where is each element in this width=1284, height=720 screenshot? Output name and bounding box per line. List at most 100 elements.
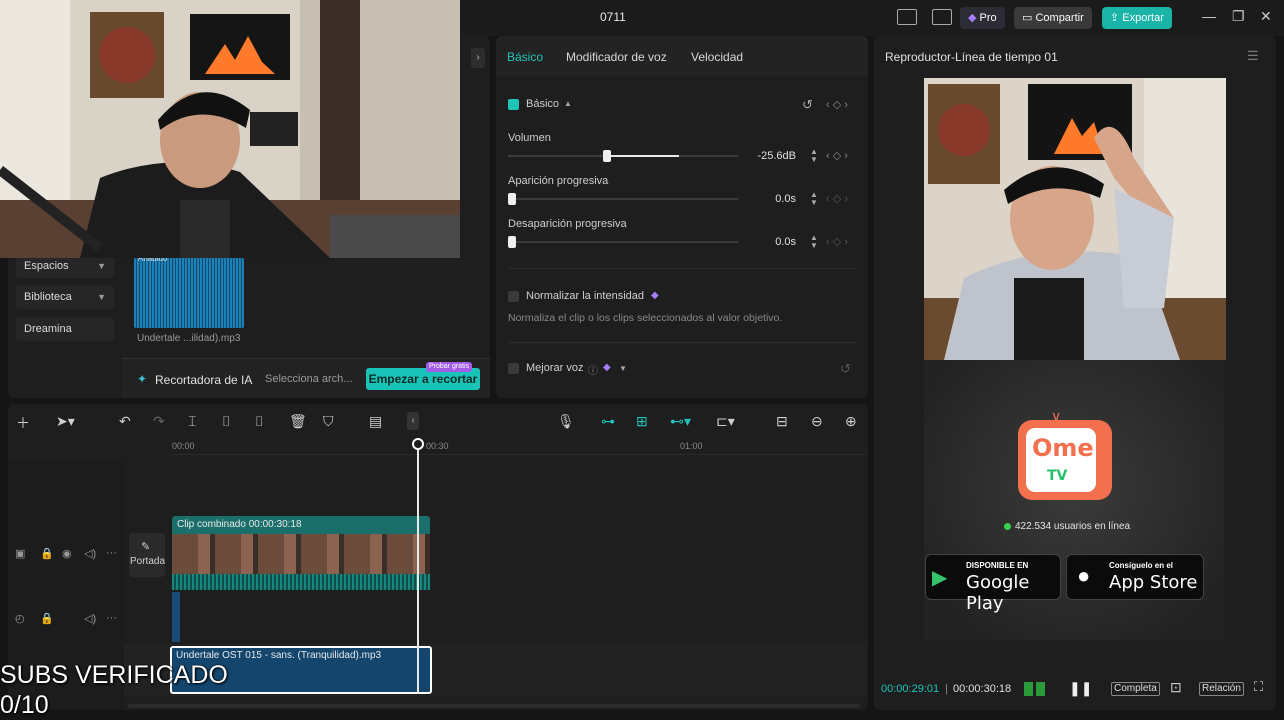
- keyframe-nav-icon[interactable]: ‹ ◇ ›: [826, 98, 848, 111]
- volume-slider-knob[interactable]: [602, 150, 611, 162]
- share-button[interactable]: ▭ Compartir: [1014, 7, 1092, 29]
- collapse-panel-button[interactable]: ›: [471, 48, 485, 68]
- add-icon[interactable]: ＋: [16, 413, 30, 433]
- minimize-icon[interactable]: —: [1202, 8, 1216, 24]
- keyboard-icon[interactable]: [932, 9, 952, 25]
- close-icon[interactable]: ✕: [1260, 8, 1272, 25]
- audio-link-marker: [172, 592, 180, 642]
- delete-icon[interactable]: 🗑: [289, 413, 307, 430]
- select-cursor-icon[interactable]: ➤▾: [56, 413, 75, 430]
- fade-out-stepper[interactable]: ▲ ▼: [810, 234, 820, 250]
- app-store-badge: ● Consíguelo en el App Store: [1066, 554, 1204, 600]
- fade-in-slider[interactable]: [508, 198, 738, 200]
- magnet-icon[interactable]: ⊞: [636, 413, 648, 430]
- tab-modificador-de-voz[interactable]: Modificador de voz: [566, 50, 667, 64]
- normalize-checkbox[interactable]: [508, 291, 519, 302]
- chevron-down-icon[interactable]: ▼: [619, 364, 627, 373]
- redo-icon: ↷: [153, 413, 165, 429]
- webcam-feed: [0, 0, 460, 258]
- more-icon[interactable]: ···: [106, 612, 117, 624]
- stream-overlay-text: SUBS VERIFICADO 0/10: [0, 660, 228, 720]
- fade-in-slider-knob[interactable]: [508, 193, 516, 205]
- fade-out-value[interactable]: 0.0s: [750, 232, 806, 252]
- sidebar-item-label: Espacios: [24, 260, 69, 272]
- tv-antenna-icon: ∨: [1051, 408, 1062, 424]
- fade-in-value[interactable]: 0.0s: [750, 189, 806, 209]
- reset-icon[interactable]: ↺: [802, 97, 813, 113]
- playhead[interactable]: [417, 438, 419, 694]
- divider: [508, 268, 858, 269]
- pause-icon[interactable]: ❚❚: [1069, 680, 1092, 697]
- split-left-icon[interactable]: ⌷: [222, 413, 230, 430]
- online-status-dot: [1004, 523, 1011, 530]
- playhead-handle[interactable]: [412, 438, 424, 450]
- audio-media-thumbnail[interactable]: [134, 258, 244, 328]
- volume-stepper[interactable]: ▲ ▼: [810, 148, 820, 164]
- screen-icon[interactable]: ⊟: [776, 413, 788, 430]
- current-time: 00:00:29:01: [881, 683, 940, 695]
- tab-basico[interactable]: Básico: [507, 50, 543, 64]
- aspect-ratio-button[interactable]: Relación: [1199, 682, 1244, 696]
- sidebar-item-dreamina[interactable]: Dreamina: [16, 317, 114, 341]
- speaker-icon[interactable]: ◁): [84, 547, 96, 560]
- enhance-voice-checkbox[interactable]: [508, 363, 519, 374]
- lock-icon[interactable]: 🔒: [40, 612, 54, 625]
- eye-icon[interactable]: ◉: [62, 547, 72, 560]
- fade-out-slider[interactable]: [508, 241, 738, 243]
- normalize-description: Normaliza el clip o los clips selecciona…: [508, 312, 783, 324]
- zoom-in-icon[interactable]: ⊕: [845, 413, 857, 430]
- info-icon[interactable]: ⓘ: [588, 362, 598, 377]
- more-icon[interactable]: ···: [106, 547, 117, 559]
- normalize-label: Normalizar la intensidad: [526, 290, 644, 302]
- app-store-small-text: Consíguelo en el: [1109, 561, 1174, 570]
- volume-value[interactable]: -25.6dB: [750, 146, 806, 166]
- pro-button[interactable]: ◆ Pro: [960, 7, 1005, 29]
- volume-label: Volumen: [508, 132, 551, 144]
- undo-icon[interactable]: ↶: [119, 413, 131, 430]
- export-button[interactable]: ⇪ Exportar: [1102, 7, 1172, 29]
- ai-cutter-label: Recortadora de IA: [155, 373, 253, 387]
- lock-icon[interactable]: 🔒: [40, 547, 54, 560]
- fade-out-slider-knob[interactable]: [508, 236, 516, 248]
- keyframe-nav-icon: ‹ ◇ ›: [826, 236, 848, 248]
- snap-icon[interactable]: ⊷▾: [670, 413, 691, 430]
- share-label: Compartir: [1035, 12, 1084, 24]
- basic-section-checkbox[interactable]: [508, 99, 519, 110]
- zoom-fit-icon[interactable]: ⊡: [1170, 679, 1182, 696]
- restore-icon[interactable]: ❐: [1232, 8, 1245, 25]
- speaker-icon[interactable]: ◁): [84, 612, 96, 625]
- google-play-small-text: DISPONIBLE EN: [966, 561, 1029, 570]
- sidebar-item-biblioteca[interactable]: Biblioteca ▼: [16, 285, 114, 309]
- ometv-logo-text: Ome: [1032, 434, 1094, 462]
- keyframe-nav-icon[interactable]: ‹ ◇ ›: [826, 149, 848, 162]
- timeline-scrollbar[interactable]: [128, 704, 860, 708]
- sidebar-item-label: Biblioteca: [24, 291, 72, 303]
- gem-icon: ◆: [603, 362, 611, 373]
- collapse-toolbar-button[interactable]: ‹: [407, 412, 419, 430]
- timeline-ruler[interactable]: [172, 454, 866, 455]
- full-quality-button[interactable]: Completa: [1111, 682, 1160, 696]
- fade-in-stepper[interactable]: ▲ ▼: [810, 191, 820, 207]
- menu-icon[interactable]: ☰: [1247, 48, 1259, 64]
- chevron-up-icon[interactable]: ▲: [564, 99, 572, 108]
- player-video-frame: [924, 78, 1226, 360]
- chevron-down-icon: ▼: [97, 292, 106, 302]
- zoom-out-icon[interactable]: ⊖: [811, 413, 823, 430]
- combined-clip-thumbnails[interactable]: [172, 534, 430, 574]
- fullscreen-icon[interactable]: ⛶: [1254, 679, 1263, 695]
- audio-track-icon: ◴: [15, 613, 25, 625]
- link-clips-icon[interactable]: ⊶: [601, 413, 615, 430]
- divider: [508, 342, 858, 343]
- split-icon[interactable]: ⌶: [188, 413, 196, 430]
- pro-label: Pro: [979, 12, 997, 24]
- layout-icon[interactable]: [897, 9, 917, 25]
- microphone-icon[interactable]: 🎙: [557, 413, 575, 430]
- cover-label: Portada: [130, 556, 166, 567]
- preview-axis-icon[interactable]: ⊏▾: [716, 413, 735, 430]
- split-right-icon[interactable]: ⌷: [255, 413, 263, 430]
- ai-file-select[interactable]: Selecciona arch...: [265, 373, 352, 385]
- shield-icon[interactable]: ⛉: [323, 413, 334, 430]
- total-time: 00:00:30:18: [953, 683, 1012, 695]
- cut-ai-icon[interactable]: ▤: [369, 413, 382, 430]
- tab-velocidad[interactable]: Velocidad: [691, 50, 743, 64]
